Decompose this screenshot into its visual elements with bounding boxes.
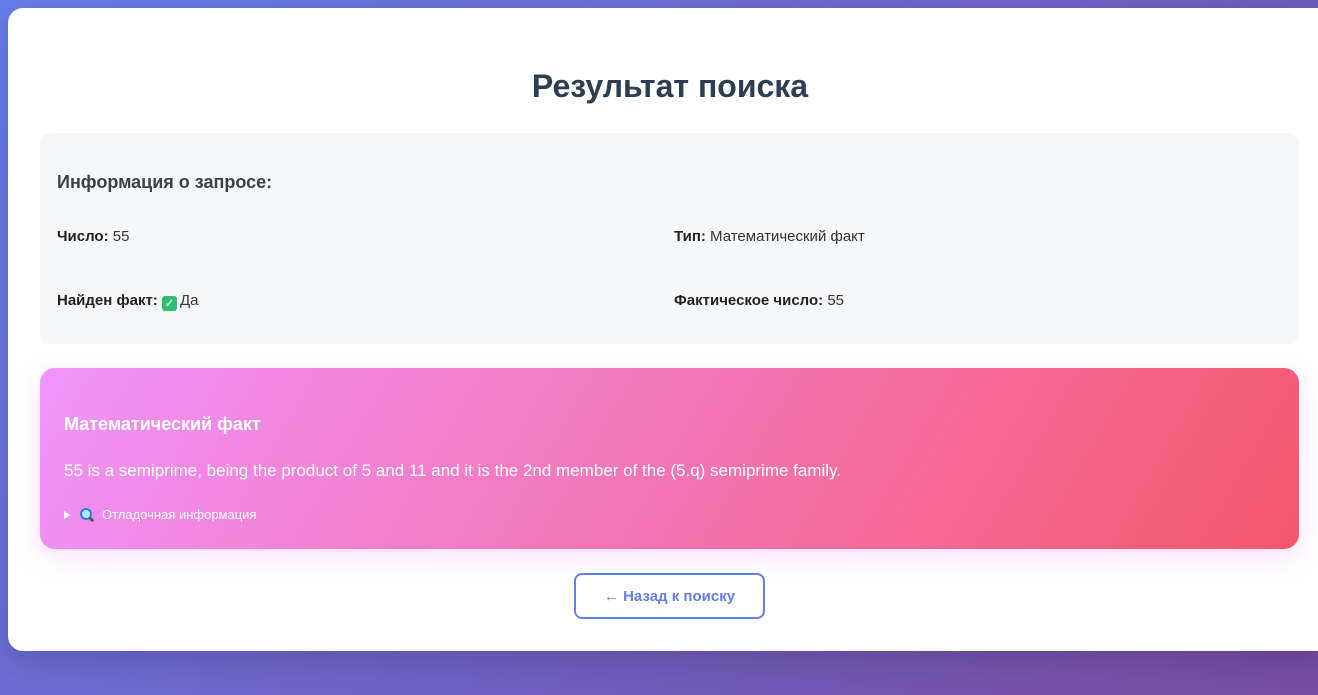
actual-number-value: 55 (827, 292, 845, 309)
fact-card: Математический факт 55 is a semiprime, b… (40, 368, 1299, 549)
found-value: Да (179, 292, 199, 309)
fact-text: 55 is a semiprime, being the product of … (64, 461, 842, 480)
query-info-panel: Информация о запросе: Число: 55 Тип: Мат… (40, 133, 1299, 344)
actual-number-label: Фактическое число: (674, 292, 824, 309)
magnifier-icon (80, 507, 95, 522)
type-label: Тип: (674, 228, 706, 245)
fact-title: Математический факт (64, 414, 261, 434)
actual-number-info: Фактическое число: 55 (674, 292, 844, 309)
type-info: Тип: Математический факт (674, 228, 865, 245)
type-value: Математический факт (710, 228, 865, 245)
found-info: Найден факт: ✓ Да (57, 292, 199, 311)
number-label: Число: (57, 228, 109, 245)
number-value: 55 (112, 228, 130, 245)
disclosure-triangle-icon (64, 510, 70, 519)
debug-info-toggle[interactable]: Отладочная информация (64, 507, 256, 522)
found-label: Найден факт: (57, 292, 158, 309)
result-card: Результат поиска Информация о запросе: Ч… (8, 8, 1318, 651)
number-info: Число: 55 (57, 228, 129, 245)
debug-info-label: Отладочная информация (102, 507, 257, 522)
check-mark-icon: ✓ (161, 296, 177, 311)
query-info-heading: Информация о запросе: (57, 172, 273, 192)
page-title: Результат поиска (531, 68, 809, 104)
back-to-search-button[interactable]: ← Назад к поиску (574, 573, 765, 619)
